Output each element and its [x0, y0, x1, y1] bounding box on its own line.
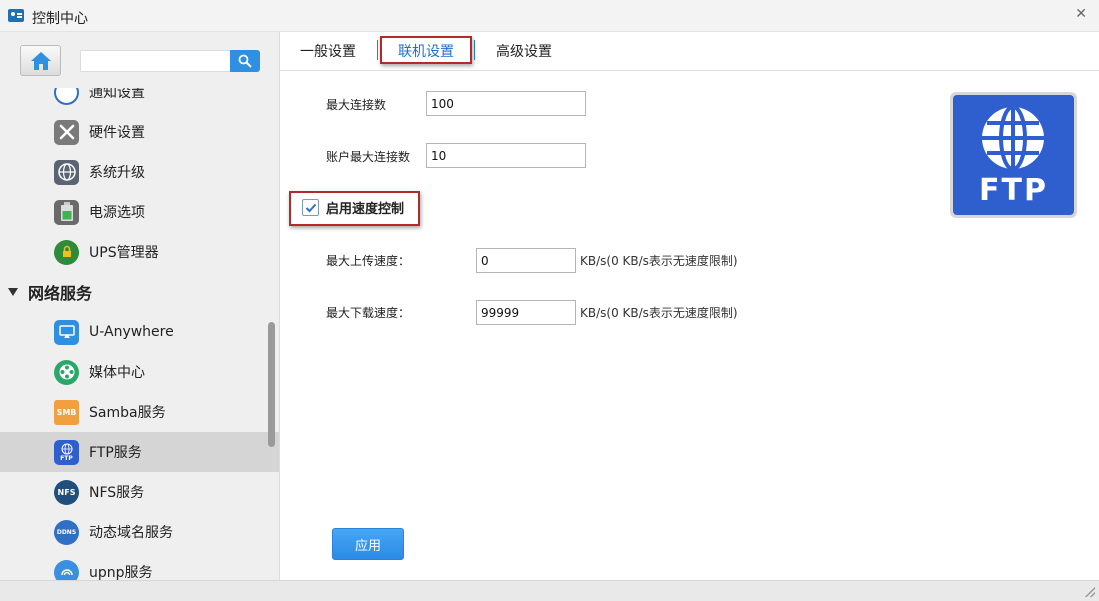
sidebar-item-label: UPS管理器: [89, 245, 159, 261]
tab-connection[interactable]: 联机设置: [398, 41, 454, 61]
sidebar-item-ftp[interactable]: FTP FTP服务: [0, 432, 279, 472]
ups-power-icon: [54, 239, 79, 265]
sidebar-item-hardware[interactable]: 硬件设置: [0, 112, 266, 152]
ftp-logo-inner: FTP: [953, 95, 1074, 215]
battery-icon: [54, 199, 79, 225]
ddns-icon: DDNS: [54, 519, 79, 545]
upnp-icon: [54, 559, 79, 580]
tab-general[interactable]: 一般设置: [300, 41, 356, 61]
search-icon: [238, 54, 252, 68]
sidebar-item-samba[interactable]: SMB Samba服务: [0, 392, 266, 432]
tab-advanced[interactable]: 高级设置: [496, 41, 552, 61]
max-download-field[interactable]: [476, 300, 576, 325]
nfs-icon: NFS: [54, 479, 79, 505]
sidebar-item-ups[interactable]: UPS管理器: [0, 232, 266, 272]
account-max-connections-field[interactable]: [426, 143, 586, 168]
main-panel: 一般设置 联机设置 高级设置 最大连接数 账户最大连接数 启用速度控制 最大上传…: [280, 32, 1099, 580]
ftp-logo-text: FTP: [979, 173, 1048, 208]
ddns-badge: DDNS: [56, 528, 77, 536]
search-input[interactable]: [80, 50, 230, 72]
sidebar-item-label: 电源选项: [89, 205, 145, 221]
bottom-status-strip: [0, 580, 1099, 601]
globe-icon: [982, 105, 1044, 171]
max-download-label: 最大下载速度：: [326, 306, 411, 320]
sidebar-item-upnp[interactable]: upnp服务: [0, 552, 266, 580]
sidebar-item-label: U-Anywhere: [89, 324, 174, 340]
title-bar: 控制中心 ✕: [0, 0, 1099, 32]
sidebar-list: 通知设置 硬件设置 系统升级 电源选项 UPS管理器 网络服务 U-Anywhe…: [0, 72, 279, 580]
sidebar-group-network[interactable]: 网络服务: [0, 272, 266, 312]
ftp-globe-icon: FTP: [54, 439, 79, 465]
account-max-connections-label: 账户最大连接数: [326, 150, 411, 164]
resize-grip-icon[interactable]: [1085, 587, 1095, 597]
nfs-badge: NFS: [57, 487, 76, 497]
max-upload-field[interactable]: [476, 248, 576, 273]
max-connections-field[interactable]: [426, 91, 586, 116]
sidebar-item-label: 动态域名服务: [89, 525, 173, 541]
max-upload-hint: KB/s(0 KB/s表示无速度限制): [580, 254, 738, 268]
sidebar-item-nfs[interactable]: NFS NFS服务: [0, 472, 266, 512]
sidebar-item-media-center[interactable]: 媒体中心: [0, 352, 266, 392]
sidebar-item-label: FTP服务: [89, 445, 142, 461]
sidebar-item-power[interactable]: 电源选项: [0, 192, 266, 232]
smb-badge: SMB: [56, 407, 77, 417]
ftp-badge: FTP: [60, 454, 73, 462]
checkbox-box[interactable]: [302, 199, 319, 216]
tab-divider: [377, 40, 378, 60]
max-upload-label: 最大上传速度：: [326, 254, 411, 268]
ftp-logo: FTP: [950, 92, 1077, 218]
window-title: 控制中心: [32, 11, 88, 27]
tab-bar: 一般设置 联机设置 高级设置: [280, 32, 1099, 71]
home-icon: [30, 51, 51, 70]
control-center-icon: [8, 9, 24, 22]
sidebar-item-label: 系统升级: [89, 165, 145, 181]
sidebar-search-bar: [0, 32, 279, 88]
sidebar-item-upgrade[interactable]: 系统升级: [0, 152, 266, 192]
monitor-icon: [54, 319, 79, 345]
sidebar-item-u-anywhere[interactable]: U-Anywhere: [0, 312, 266, 352]
sidebar: 通知设置 硬件设置 系统升级 电源选项 UPS管理器 网络服务 U-Anywhe…: [0, 32, 280, 580]
apply-button[interactable]: 应用: [332, 528, 404, 560]
sidebar-group-label: 网络服务: [28, 284, 93, 303]
caret-down-icon: [8, 288, 18, 296]
sidebar-item-ddns[interactable]: DDNS 动态域名服务: [0, 512, 266, 552]
search-button[interactable]: [230, 50, 260, 72]
speed-control-checkbox[interactable]: 启用速度控制: [300, 193, 420, 222]
checkmark-icon: [305, 203, 316, 212]
sidebar-item-label: 媒体中心: [89, 365, 145, 381]
home-button[interactable]: [20, 45, 61, 76]
sidebar-scrollbar[interactable]: [268, 322, 275, 447]
tools-icon: [54, 119, 79, 145]
film-reel-icon: [54, 359, 79, 385]
close-icon[interactable]: ✕: [1075, 6, 1087, 22]
sidebar-item-label: Samba服务: [89, 405, 166, 421]
sidebar-item-label: NFS服务: [89, 485, 145, 501]
globe-upgrade-icon: [54, 159, 79, 185]
tab-divider: [474, 40, 475, 60]
sidebar-item-label: 硬件设置: [89, 125, 145, 141]
max-connections-label: 最大连接数: [326, 98, 387, 112]
sidebar-item-label: upnp服务: [89, 565, 153, 580]
speed-control-label: 启用速度控制: [326, 202, 405, 217]
max-download-hint: KB/s(0 KB/s表示无速度限制): [580, 306, 738, 320]
smb-folder-icon: SMB: [54, 399, 79, 425]
